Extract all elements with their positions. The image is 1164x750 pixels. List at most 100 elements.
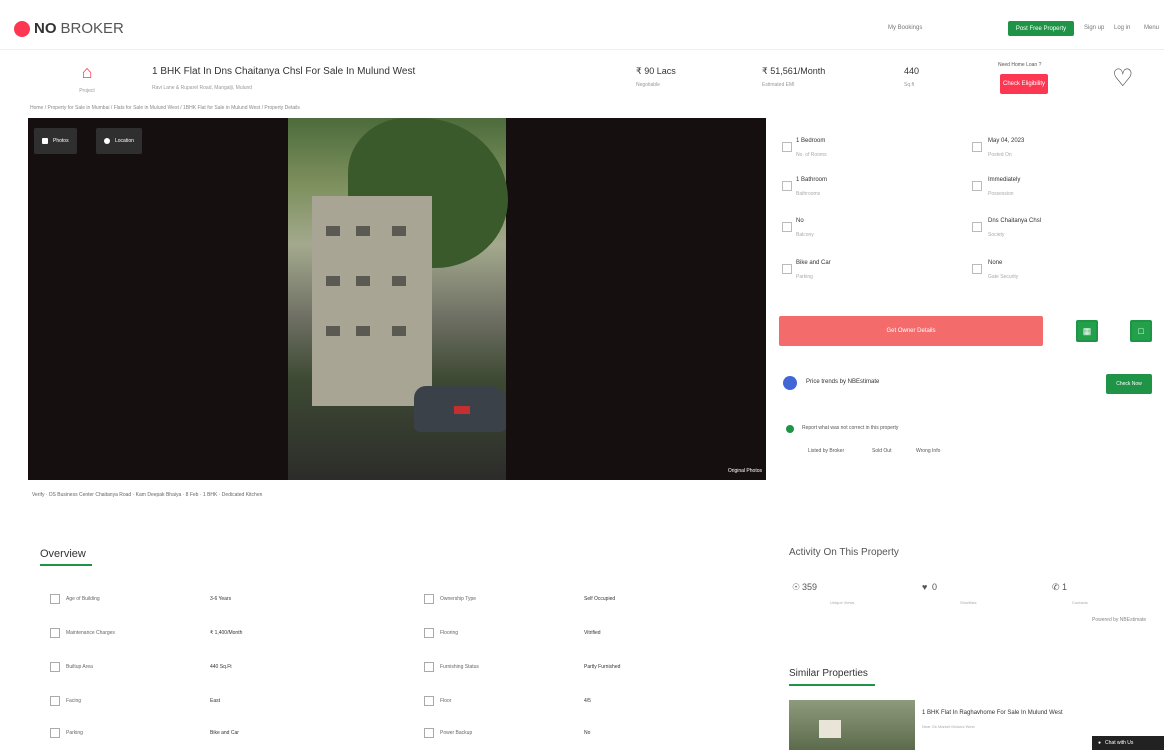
home-loan-caption: Need Home Loan ? [998, 62, 1042, 68]
overview-value: 3-6 Years [210, 596, 232, 602]
price-trends-icon [783, 376, 797, 390]
location-icon [104, 138, 110, 144]
property-address: Ravi Lane & Ruparel Road, Mangalji, Mulu… [152, 85, 253, 91]
balcony-icon [782, 222, 792, 232]
overview-value: 4/5 [584, 698, 591, 704]
report-option-broker[interactable]: Listed by Broker [808, 448, 844, 454]
building-age-icon [50, 594, 60, 604]
spec-label: Posted On [988, 152, 1012, 158]
home-caption: Project [79, 88, 95, 94]
report-icon [786, 425, 794, 433]
shortlist-icon: ♥ [922, 582, 928, 592]
photos-icon [42, 138, 48, 144]
similar-underline [789, 684, 875, 686]
car-shape [414, 386, 506, 432]
floor-icon [424, 696, 434, 706]
area-label: Sq.ft [904, 82, 915, 88]
overview-value: ₹ 1,400/Month [210, 630, 243, 636]
emi-label[interactable]: Estimated EMI [762, 82, 795, 88]
report-option-sold[interactable]: Sold Out [872, 448, 891, 454]
spec-label: Society [988, 232, 1005, 238]
post-property-button[interactable]: Post Free Property [1008, 21, 1074, 36]
overview-label: Ownership Type [440, 596, 477, 602]
overview-value: Partly Furnished [584, 664, 621, 670]
contacts-label: Contacts [1072, 600, 1088, 605]
similar-property-subtitle: Near Gk Market Mulund West [922, 724, 975, 729]
bathroom-icon [782, 181, 792, 191]
report-label: Report what was not correct in this prop… [802, 425, 899, 431]
bedroom-icon [782, 142, 792, 152]
home-loan-button[interactable]: Check Eligibility [1000, 74, 1048, 94]
spec-value: 1 Bathroom [796, 177, 828, 183]
menu-link[interactable]: Menu [1144, 25, 1159, 31]
check-now-button[interactable]: Check Now [1106, 374, 1152, 394]
login-link[interactable]: Log in [1114, 25, 1130, 31]
building-shape [312, 196, 432, 406]
calendar-icon [972, 142, 982, 152]
overview-label: Power Backup [440, 730, 473, 736]
overview-value: Self Occupied [584, 596, 616, 602]
photos-button[interactable]: Photos [34, 128, 77, 154]
parking-icon [782, 264, 792, 274]
chat-icon[interactable]: □ [1130, 320, 1152, 342]
price-value: ₹ 90 Lacs [636, 66, 676, 76]
chat-bubble-icon: ● [1098, 740, 1102, 746]
photo-gallery[interactable]: Photos Location Original Photos [28, 118, 766, 480]
security-icon [972, 264, 982, 274]
similar-property-title[interactable]: 1 BHK Flat In Raghavhome For Sale In Mul… [922, 710, 1063, 716]
signup-link[interactable]: Sign up [1084, 25, 1104, 31]
shortlist-label: Shortlists [960, 600, 977, 605]
location-button[interactable]: Location [96, 128, 142, 154]
maintenance-icon [50, 628, 60, 638]
key-icon [972, 181, 982, 191]
spec-label: Parking [796, 274, 813, 280]
spec-value: 1 Bedroom [796, 138, 826, 144]
overview-label: Flooring [440, 630, 459, 636]
top-navbar: NO BROKER My Bookings Post Free Property … [0, 0, 1164, 50]
overview-label: Furnishing Status [440, 664, 479, 670]
contacts-count: 1 [1062, 582, 1068, 592]
spec-value: May 04, 2023 [988, 138, 1025, 144]
original-photos-label[interactable]: Original Photos [728, 468, 762, 474]
nobroker-logo[interactable]: NO BROKER [14, 20, 124, 37]
overview-value: 440 Sq.Ft [210, 664, 232, 670]
chat-label: Chat with Us [1105, 740, 1134, 746]
parking-icon [50, 728, 60, 738]
spec-value: Bike and Car [796, 260, 831, 266]
facing-icon [50, 696, 60, 706]
bookings-link[interactable]: My Bookings [888, 25, 922, 31]
heart-icon[interactable]: ♡ [1112, 64, 1134, 93]
home-icon: ⌂ [81, 62, 93, 82]
overview-label: Floor [440, 698, 452, 704]
report-option-wrong[interactable]: Wrong Info [916, 448, 940, 454]
furnishing-icon [424, 662, 434, 672]
overview-label: Parking [66, 730, 83, 736]
views-icon: ☉ [792, 582, 801, 592]
breadcrumb[interactable]: Home / Property for Sale in Mumbai / Fla… [30, 105, 300, 111]
emi-value: ₹ 51,561/Month [762, 66, 826, 76]
overview-value: Vitrified [584, 630, 601, 636]
property-photo[interactable] [288, 118, 508, 480]
photos-button-label: Photos [53, 138, 69, 144]
similar-property-image[interactable] [789, 700, 915, 750]
overview-title[interactable]: Overview [40, 548, 86, 560]
activity-title: Activity On This Property [789, 547, 899, 558]
overview-label: Facing [66, 698, 82, 704]
property-title: 1 BHK Flat In Dns Chaitanya Chsl For Sal… [152, 66, 416, 77]
views-label: Unique Views [830, 600, 855, 605]
contacts-icon: ✆ [1052, 582, 1060, 592]
overview-label: Builtup Area [66, 664, 93, 670]
price-label: Negotiable [636, 82, 660, 88]
ownership-icon [424, 594, 434, 604]
spec-label: Bathrooms [796, 191, 821, 197]
logo-icon [14, 20, 30, 37]
spec-value: No [796, 218, 804, 224]
calendar-icon[interactable]: ▦ [1076, 320, 1098, 342]
logo-text: BROKER [60, 20, 124, 37]
get-owner-details-button[interactable]: Get Owner Details [779, 316, 1043, 346]
overview-underline [40, 564, 92, 566]
overview-label: Age of Building [66, 596, 100, 602]
chat-widget[interactable]: ● Chat with Us [1092, 736, 1164, 750]
spec-label: Balcony [796, 232, 814, 238]
spec-label: Gate Security [988, 274, 1019, 280]
